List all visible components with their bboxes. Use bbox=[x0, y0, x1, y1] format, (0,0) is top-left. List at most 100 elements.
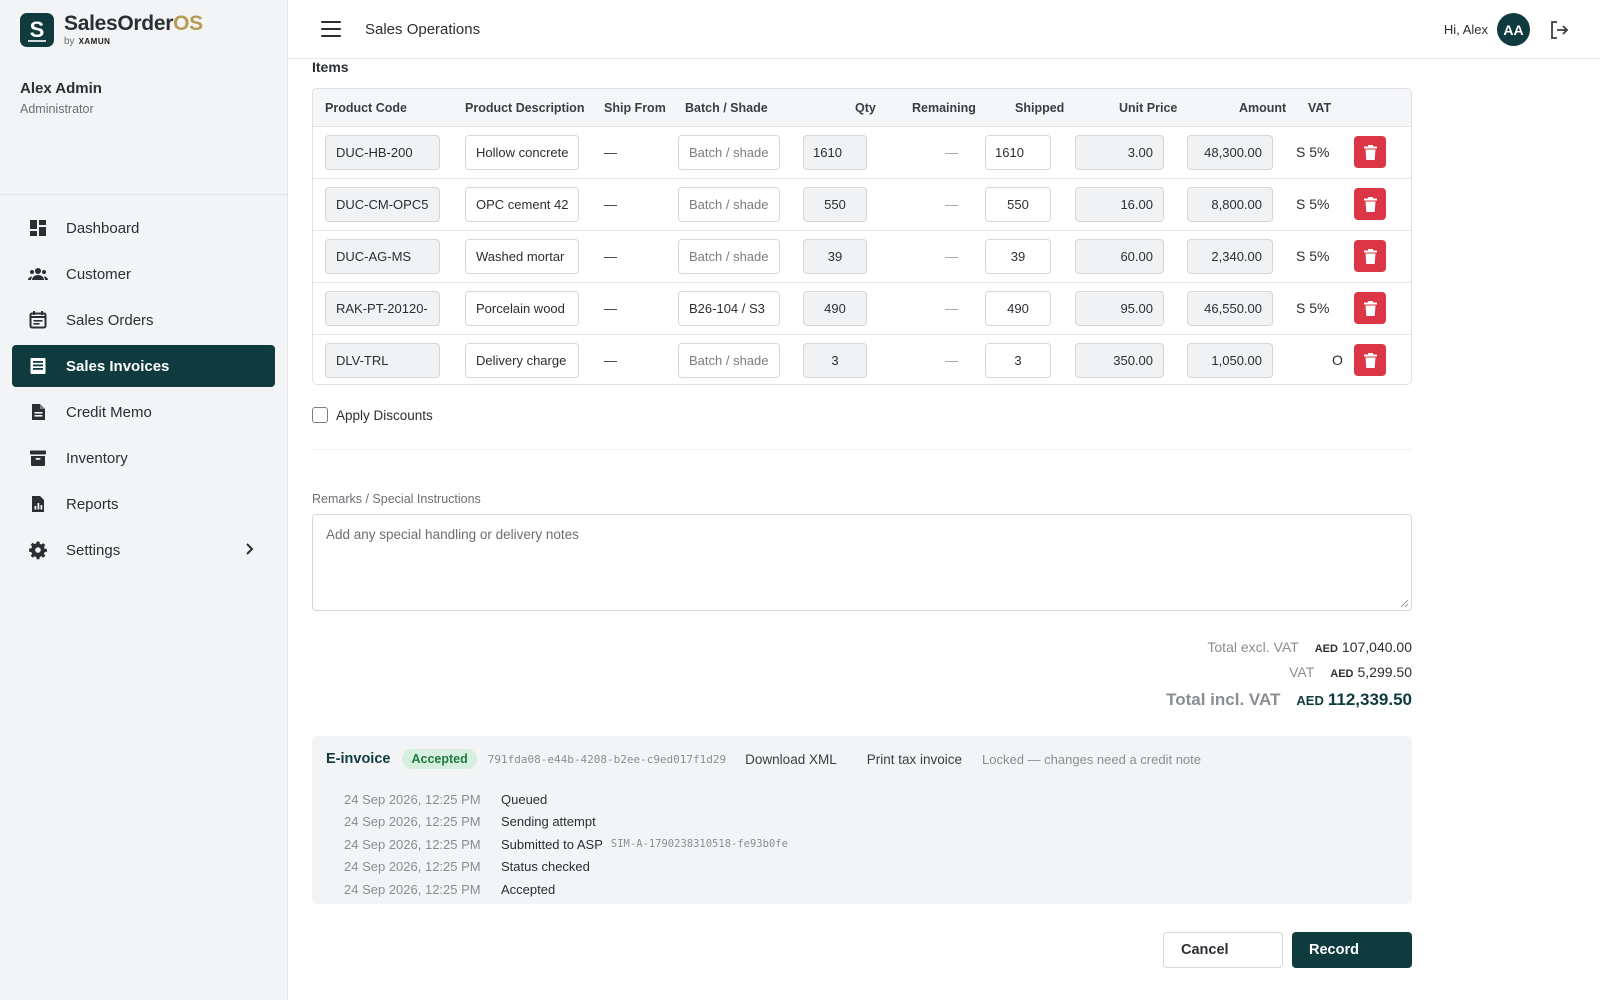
user-greeting: Hi, Alex bbox=[1443, 22, 1488, 37]
gear-icon bbox=[27, 539, 49, 561]
sidebar-item-customer[interactable]: Customer bbox=[12, 253, 275, 295]
product-description-input[interactable]: OPC cement 42 bbox=[465, 187, 579, 222]
menu-toggle-icon[interactable] bbox=[321, 21, 341, 37]
product-code-input[interactable]: DUC-HB-200 bbox=[325, 135, 440, 170]
table-row: DUC-AG-MS Washed mortar — Batch / shade 39 — 3… bbox=[313, 231, 1411, 283]
sidebar-item-settings[interactable]: Settings bbox=[12, 529, 275, 571]
batch-shade-input[interactable]: Batch / shade bbox=[678, 239, 780, 274]
amount-value: 46,550.00 bbox=[1187, 291, 1273, 326]
col-ship-from: Ship From bbox=[604, 101, 666, 115]
qty-input[interactable]: 1610 bbox=[803, 135, 867, 170]
sidebar-item-sales-invoices[interactable]: Sales Invoices bbox=[12, 345, 275, 387]
locked-note: Locked — changes need a credit note bbox=[982, 751, 1201, 767]
product-code-input[interactable]: DUC-CM-OPC5 bbox=[325, 187, 440, 222]
remaining-value: — bbox=[945, 197, 958, 212]
product-description-input[interactable]: Porcelain wood bbox=[465, 291, 579, 326]
apply-discounts-checkbox[interactable] bbox=[312, 407, 328, 423]
logout-icon[interactable] bbox=[1548, 19, 1570, 41]
xamun-logo: XAMUN bbox=[78, 37, 111, 46]
vat-code: S 5% bbox=[1296, 248, 1330, 264]
total-incl-vat: Total incl. VAT AED 112,339.50 bbox=[1166, 690, 1412, 709]
sidebar-item-label: Sales Orders bbox=[66, 311, 154, 329]
sidebar: S SalesOrderOS by XAMUN Alex Admin Admini… bbox=[0, 0, 288, 1000]
brand[interactable]: S SalesOrderOS by XAMUN bbox=[0, 0, 287, 60]
total-vat: VAT AED 5,299.50 bbox=[1289, 664, 1412, 680]
download-xml-button[interactable]: Download XML bbox=[745, 752, 837, 767]
amount-value: 48,300.00 bbox=[1187, 135, 1273, 170]
sidebar-item-inventory[interactable]: Inventory bbox=[12, 437, 275, 479]
remaining-value: — bbox=[945, 145, 958, 160]
remarks-label: Remarks / Special Instructions bbox=[312, 492, 481, 506]
table-row: DUC-HB-200 Hollow concrete — Batch / shade 1… bbox=[313, 127, 1411, 179]
remaining-value: — bbox=[945, 301, 958, 316]
apply-discounts[interactable]: Apply Discounts bbox=[312, 407, 433, 423]
col-product-description: Product Description bbox=[465, 101, 585, 115]
log-entry: 24 Sep 2026, 12:25 PM Accepted bbox=[344, 878, 788, 901]
log-event: Queued bbox=[501, 791, 548, 807]
sidebar-item-label: Dashboard bbox=[66, 219, 140, 237]
shipped-input[interactable]: 490 bbox=[985, 291, 1051, 326]
trash-icon bbox=[1363, 300, 1377, 316]
product-description-input[interactable]: Hollow concrete bbox=[465, 135, 579, 170]
unit-price-input[interactable]: 3.00 bbox=[1075, 135, 1164, 170]
unit-price-input[interactable]: 95.00 bbox=[1075, 291, 1164, 326]
shipped-input[interactable]: 3 bbox=[985, 343, 1051, 378]
print-tax-invoice-button[interactable]: Print tax invoice bbox=[867, 752, 962, 767]
record-button[interactable]: Record bbox=[1292, 932, 1412, 968]
brand-name: SalesOrderOS bbox=[64, 12, 203, 35]
table-row: DUC-CM-OPC5 OPC cement 42 — Batch / shade 55… bbox=[313, 179, 1411, 231]
avatar[interactable]: AA bbox=[1497, 13, 1530, 46]
e-invoice-title: E-invoice bbox=[326, 751, 391, 767]
items-table: Product Code Product Description Ship Fr… bbox=[312, 88, 1412, 385]
sidebar-item-label: Customer bbox=[66, 265, 132, 283]
vat-code: S 5% bbox=[1296, 144, 1330, 160]
qty-input[interactable]: 550 bbox=[803, 187, 867, 222]
qty-input[interactable]: 490 bbox=[803, 291, 867, 326]
unit-price-input[interactable]: 60.00 bbox=[1075, 239, 1164, 274]
ship-from-value: — bbox=[604, 301, 617, 316]
ship-from-value: — bbox=[604, 353, 617, 368]
product-description-input[interactable]: Delivery charge bbox=[465, 343, 579, 378]
vat-code: S 5% bbox=[1296, 300, 1330, 316]
items-title: Items bbox=[312, 59, 349, 75]
qty-input[interactable]: 39 bbox=[803, 239, 867, 274]
batch-shade-input[interactable]: B26-104 / S3 bbox=[678, 291, 780, 326]
status-badge: Accepted bbox=[402, 749, 477, 769]
batch-shade-input[interactable]: Batch / shade bbox=[678, 343, 780, 378]
product-code-input[interactable]: DUC-AG-MS bbox=[325, 239, 440, 274]
unit-price-input[interactable]: 16.00 bbox=[1075, 187, 1164, 222]
col-remaining: Remaining bbox=[912, 101, 976, 115]
shipped-input[interactable]: 39 bbox=[985, 239, 1051, 274]
product-code-input[interactable]: RAK-PT-20120- bbox=[325, 291, 440, 326]
sidebar-nav: Dashboard Customer Sales Orders Sales In… bbox=[0, 195, 287, 587]
user-name: Alex Admin bbox=[20, 80, 102, 97]
items-header: Product Code Product Description Ship Fr… bbox=[313, 89, 1411, 127]
batch-shade-input[interactable]: Batch / shade bbox=[678, 135, 780, 170]
product-description-input[interactable]: Washed mortar bbox=[465, 239, 579, 274]
vat-code: O bbox=[1332, 352, 1343, 368]
sidebar-item-dashboard[interactable]: Dashboard bbox=[12, 207, 275, 249]
qty-input[interactable]: 3 bbox=[803, 343, 867, 378]
delete-row-button[interactable] bbox=[1354, 188, 1386, 220]
product-code-input[interactable]: DLV-TRL bbox=[325, 343, 440, 378]
ship-from-value: — bbox=[604, 145, 617, 160]
remarks-textarea[interactable]: Add any special handling or delivery not… bbox=[312, 514, 1412, 611]
log-entry: 24 Sep 2026, 12:25 PM Submitted to ASP SIM… bbox=[344, 833, 788, 856]
sidebar-item-credit-memo[interactable]: Credit Memo bbox=[12, 391, 275, 433]
log-entry: 24 Sep 2026, 12:25 PM Queued bbox=[344, 788, 788, 811]
sidebar-item-reports[interactable]: Reports bbox=[12, 483, 275, 525]
unit-price-input[interactable]: 350.00 bbox=[1075, 343, 1164, 378]
batch-shade-input[interactable]: Batch / shade bbox=[678, 187, 780, 222]
apply-discounts-label: Apply Discounts bbox=[336, 407, 433, 423]
brand-logo: S bbox=[20, 13, 54, 47]
shipped-input[interactable]: 1610 bbox=[985, 135, 1051, 170]
delete-row-button[interactable] bbox=[1354, 136, 1386, 168]
delete-row-button[interactable] bbox=[1354, 292, 1386, 324]
sidebar-item-sales-orders[interactable]: Sales Orders bbox=[12, 299, 275, 341]
delete-row-button[interactable] bbox=[1354, 344, 1386, 376]
cancel-button[interactable]: Cancel bbox=[1163, 932, 1283, 968]
shipped-input[interactable]: 550 bbox=[985, 187, 1051, 222]
remaining-value: — bbox=[945, 249, 958, 264]
remaining-value: — bbox=[945, 353, 958, 368]
delete-row-button[interactable] bbox=[1354, 240, 1386, 272]
